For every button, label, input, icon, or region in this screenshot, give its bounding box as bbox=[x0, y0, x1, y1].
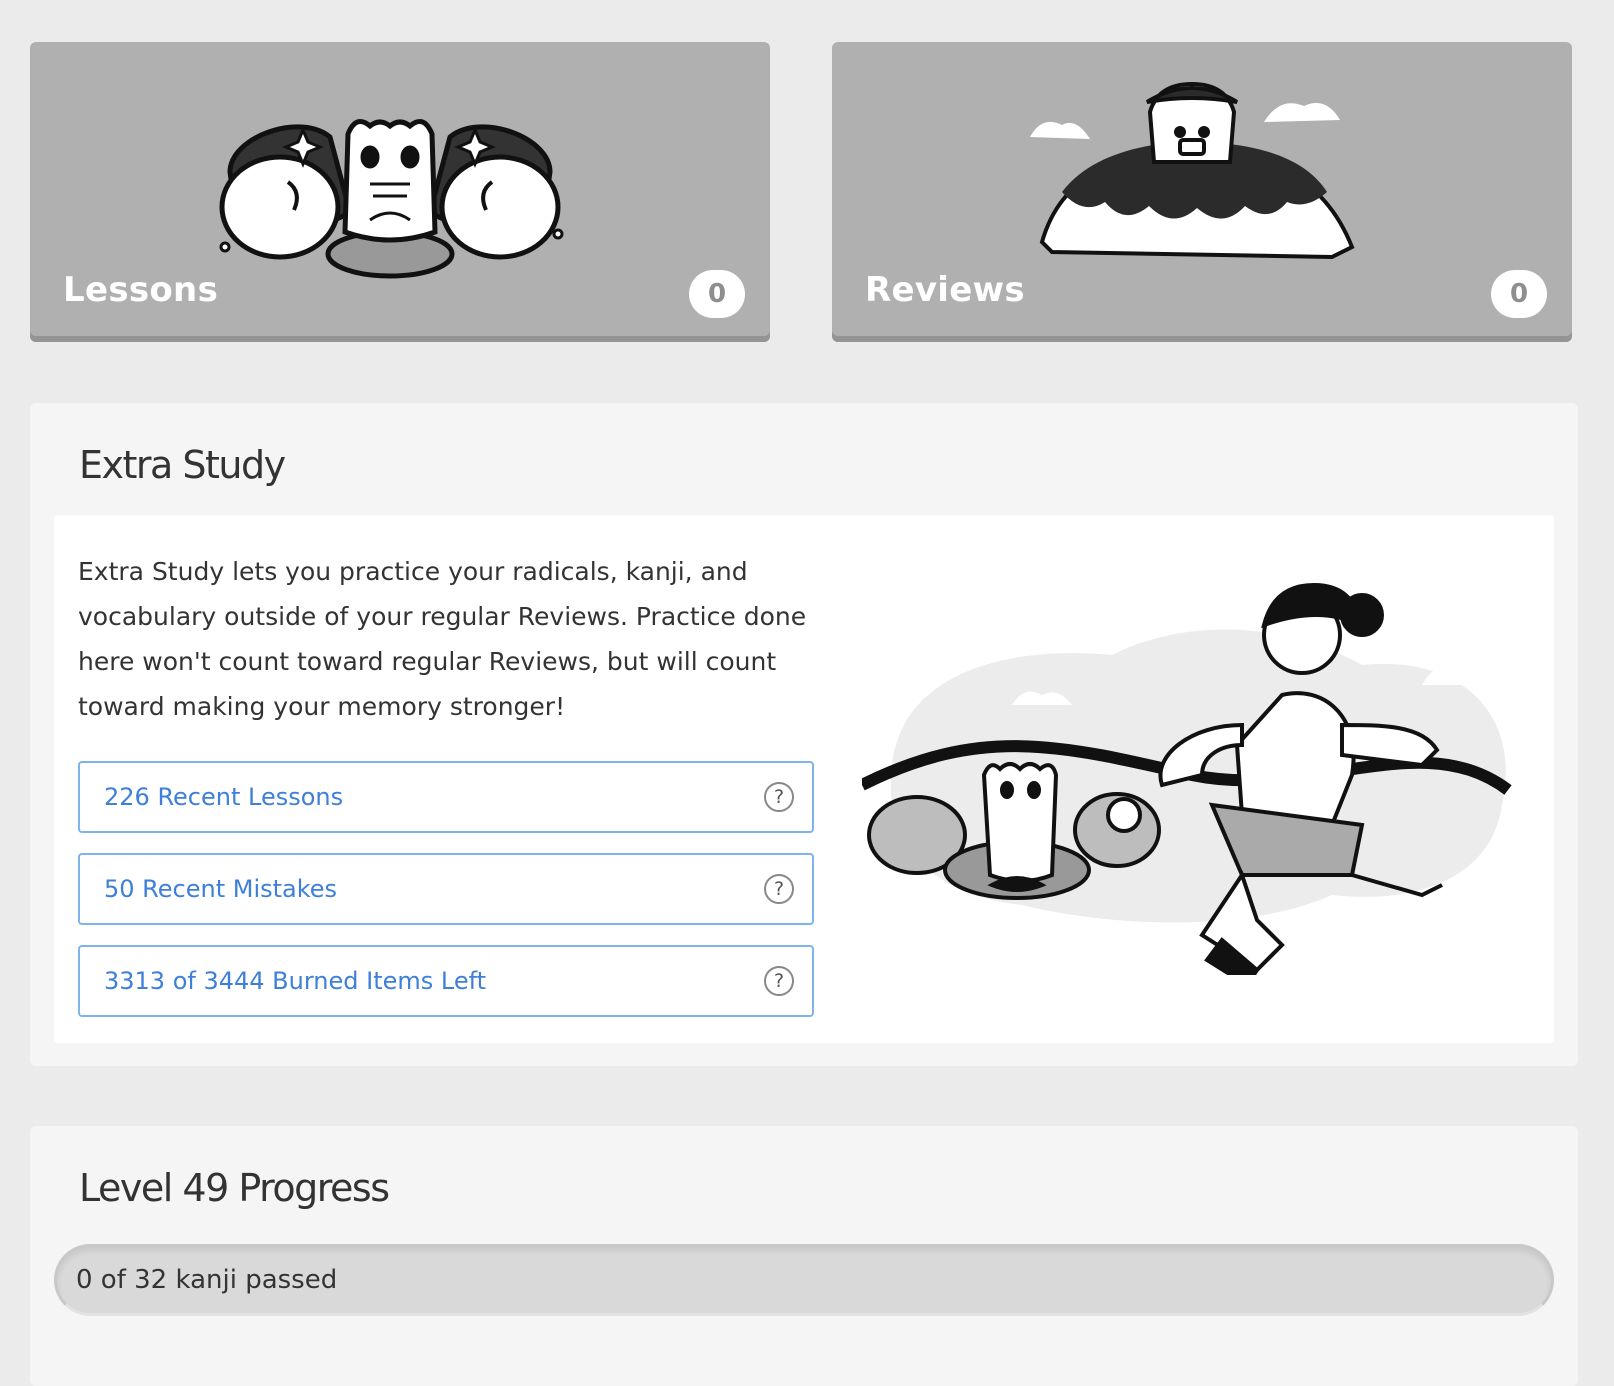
lessons-card[interactable]: Lessons 0 bbox=[30, 42, 770, 342]
reviews-title: Reviews bbox=[865, 270, 1025, 310]
help-icon[interactable]: ? bbox=[764, 874, 794, 904]
recent-lessons-button[interactable]: 226 Recent Lessons ? bbox=[78, 761, 814, 833]
extra-study-heading: Extra Study bbox=[79, 443, 286, 487]
recent-lessons-label: 226 Recent Lessons bbox=[104, 783, 344, 811]
level-progress-heading: Level 49 Progress bbox=[79, 1166, 390, 1210]
mountain-mascot-illustration bbox=[1030, 81, 1355, 260]
burned-items-button[interactable]: 3313 of 3444 Burned Items Left ? bbox=[78, 945, 814, 1017]
lessons-title: Lessons bbox=[63, 270, 219, 310]
crab-mascot-illustration bbox=[219, 119, 564, 279]
kanji-progress-bar: 0 of 32 kanji passed bbox=[54, 1244, 1554, 1316]
extra-study-panel: Extra Study Extra Study lets you practic… bbox=[30, 403, 1578, 1066]
recent-mistakes-button[interactable]: 50 Recent Mistakes ? bbox=[78, 853, 814, 925]
level-progress-panel: Level 49 Progress 0 of 32 kanji passed bbox=[30, 1126, 1578, 1386]
reviews-card[interactable]: Reviews 0 bbox=[832, 42, 1572, 342]
kanji-progress-label: 0 of 32 kanji passed bbox=[76, 1265, 338, 1295]
reviews-count-badge: 0 bbox=[1491, 270, 1547, 318]
extra-study-description: Extra Study lets you practice your radic… bbox=[78, 557, 807, 721]
help-icon[interactable]: ? bbox=[764, 966, 794, 996]
help-icon[interactable]: ? bbox=[764, 782, 794, 812]
runner-finish-line-illustration bbox=[862, 582, 1512, 975]
burned-items-label: 3313 of 3444 Burned Items Left bbox=[104, 967, 487, 995]
extra-study-content: Extra Study lets you practice your radic… bbox=[54, 515, 1554, 1043]
recent-mistakes-label: 50 Recent Mistakes bbox=[104, 875, 338, 903]
lessons-count-badge: 0 bbox=[689, 270, 745, 318]
